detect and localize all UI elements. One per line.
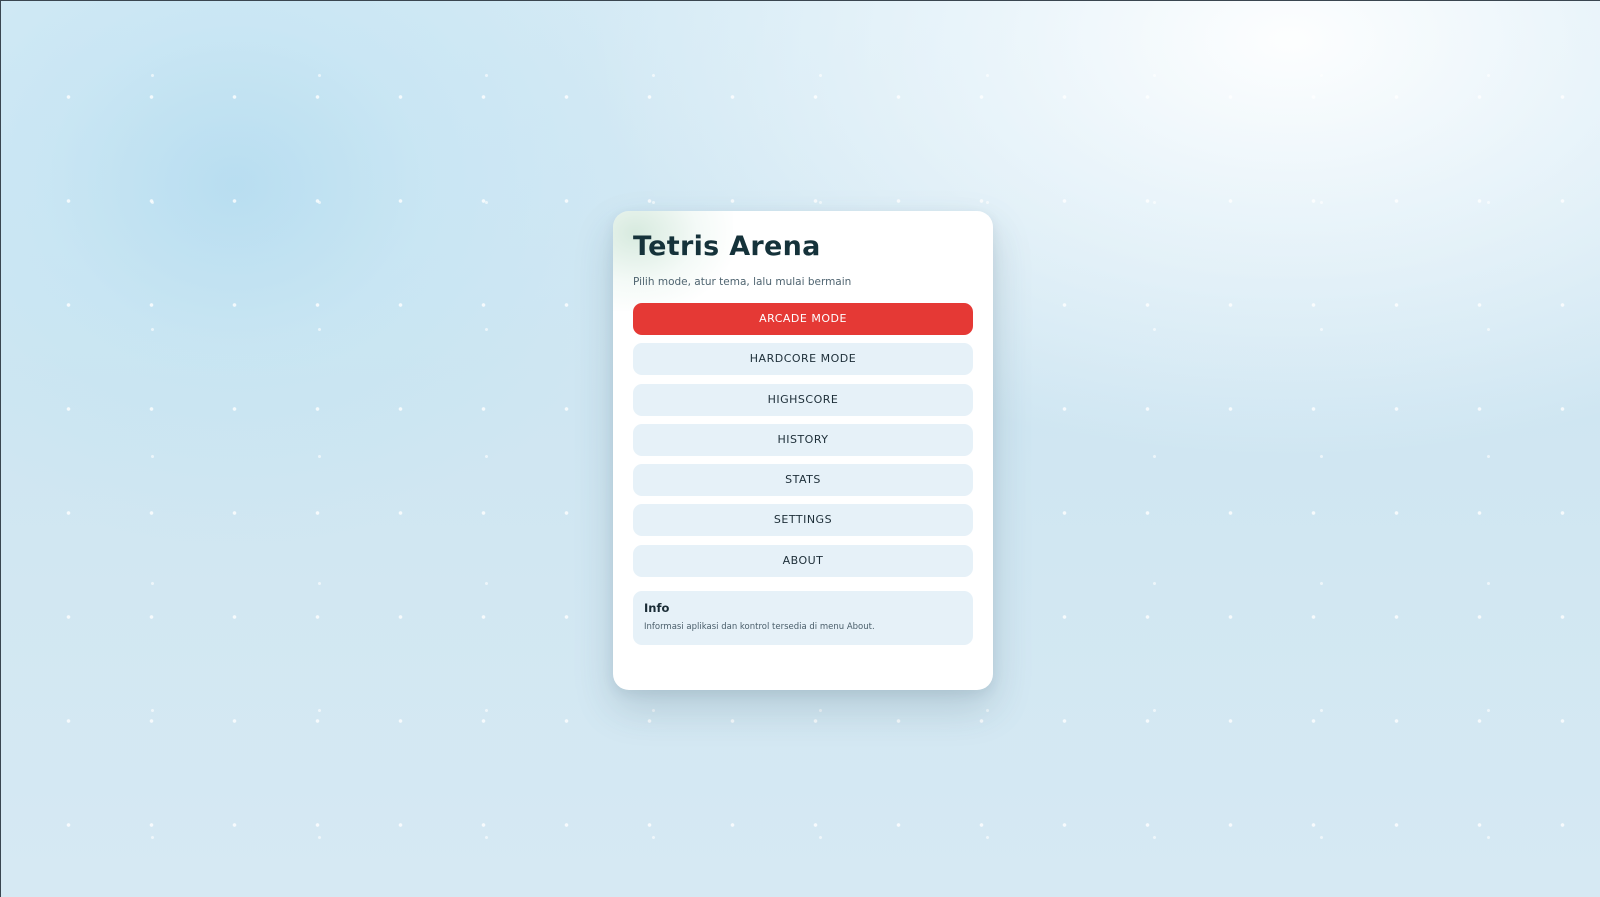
about-button[interactable]: ABOUT — [633, 544, 973, 577]
history-button[interactable]: HISTORY — [633, 423, 973, 456]
info-title: Info — [644, 601, 670, 615]
page-subtitle: Pilih mode, atur tema, lalu mulai bermai… — [633, 276, 852, 288]
info-panel: Info Informasi aplikasi dan kontrol ters… — [633, 591, 973, 645]
arcade-mode-button[interactable]: ARCADE MODE — [633, 303, 973, 335]
highscore-button[interactable]: HIGHSCORE — [633, 383, 973, 416]
settings-button[interactable]: SETTINGS — [633, 504, 973, 537]
main-menu: ARCADE MODE HARDCORE MODE HIGHSCORE HIST… — [633, 303, 973, 585]
page-title: Tetris Arena — [633, 231, 821, 262]
main-menu-card: Tetris Arena Pilih mode, atur tema, lalu… — [613, 211, 993, 690]
info-text: Informasi aplikasi dan kontrol tersedia … — [644, 622, 875, 632]
hardcore-mode-button[interactable]: HARDCORE MODE — [633, 343, 973, 376]
stats-button[interactable]: STATS — [633, 464, 973, 497]
